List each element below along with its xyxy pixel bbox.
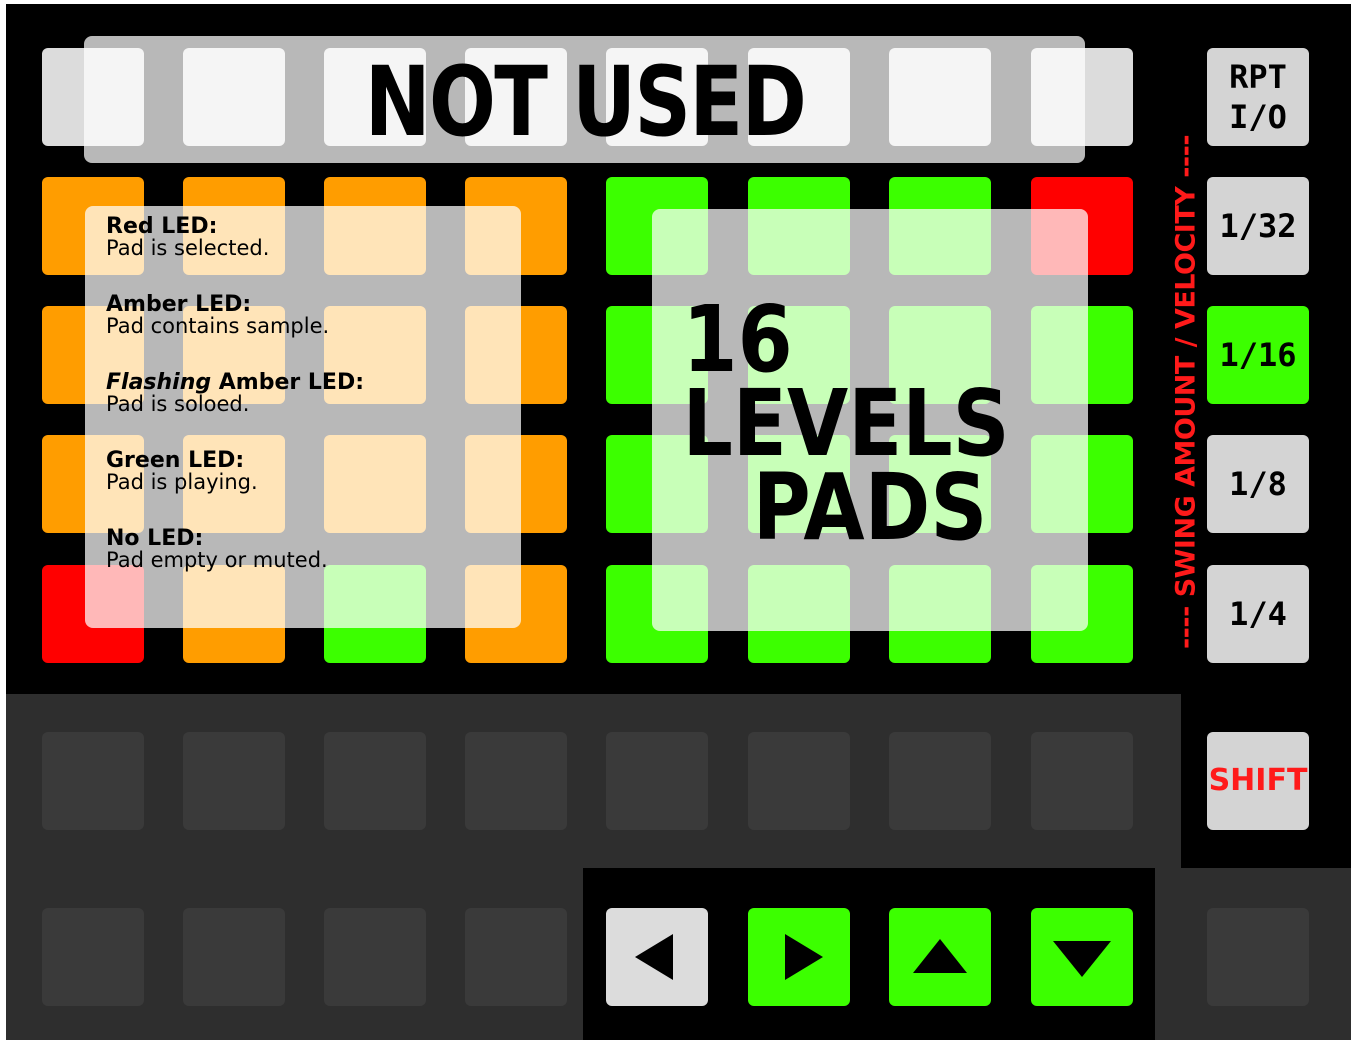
right-arrow-icon [785,934,823,980]
rate-1-4-button[interactable]: 1/4 [1207,565,1309,663]
led-legend: Red LED: Pad is selected. Amber LED: Pad co… [106,216,506,606]
extra-pad[interactable] [1207,908,1309,1006]
controller-surface: RPT I/O 1/32 1/16 1/8 1/4 SHIFT ---- SWI… [6,4,1351,1040]
lower-pad-r2-c1[interactable] [42,908,144,1006]
legend-item: Green LED: Pad is playing. [106,450,506,494]
levels-line-2: PADS [752,454,988,561]
repeat-toggle-button[interactable]: RPT I/O [1207,48,1309,146]
legend-item: Flashing Amber LED: Pad is soloed. [106,372,506,416]
up-arrow-icon [913,939,967,973]
legend-title: Flashing Amber LED: [106,372,506,394]
levels-line-1: 16 LEVELS [682,286,1010,477]
lower-pad-r2-c2[interactable] [183,908,285,1006]
lower-pad-r1-c3[interactable] [324,732,426,830]
rate-1-8-button[interactable]: 1/8 [1207,435,1309,533]
right-arrow-button[interactable] [748,908,850,1006]
up-arrow-button[interactable] [889,908,991,1006]
legend-description: Pad contains sample. [106,314,330,338]
legend-item: Amber LED: Pad contains sample. [106,294,506,338]
legend-title: Green LED: [106,450,506,472]
lower-pad-r1-c4[interactable] [465,732,567,830]
legend-item: Red LED: Pad is selected. [106,216,506,260]
lower-pad-r2-c4[interactable] [465,908,567,1006]
legend-title: Red LED: [106,216,506,238]
left-arrow-button[interactable] [606,908,708,1006]
levels-label: 16 LEVELS PADS [683,294,1058,554]
down-arrow-icon [1053,941,1111,977]
lower-pad-r1-c8[interactable] [1031,732,1133,830]
lower-pad-r1-c7[interactable] [889,732,991,830]
rate-1-32-button[interactable]: 1/32 [1207,177,1309,275]
shift-button[interactable]: SHIFT [1207,732,1309,830]
not-used-label: NOT USED [364,46,807,158]
lower-pad-r1-c5[interactable] [606,732,708,830]
down-arrow-button[interactable] [1031,908,1133,1006]
rate-1-16-button[interactable]: 1/16 [1207,306,1309,404]
legend-title: No LED: [106,528,506,550]
swing-velocity-text: ---- SWING AMOUNT / VELOCITY ---- [1170,134,1202,650]
lower-pad-r2-c3[interactable] [324,908,426,1006]
legend-description: Pad is playing. [106,470,258,494]
legend-description: Pad is soloed. [106,392,250,416]
left-arrow-icon [635,934,673,980]
lower-pad-r1-c2[interactable] [183,732,285,830]
lower-pad-r1-c6[interactable] [748,732,850,830]
legend-item: No LED: Pad empty or muted. [106,528,506,572]
lower-pad-r1-c1[interactable] [42,732,144,830]
legend-description: Pad empty or muted. [106,548,328,572]
legend-title: Amber LED: [106,294,506,316]
legend-description: Pad is selected. [106,236,270,260]
